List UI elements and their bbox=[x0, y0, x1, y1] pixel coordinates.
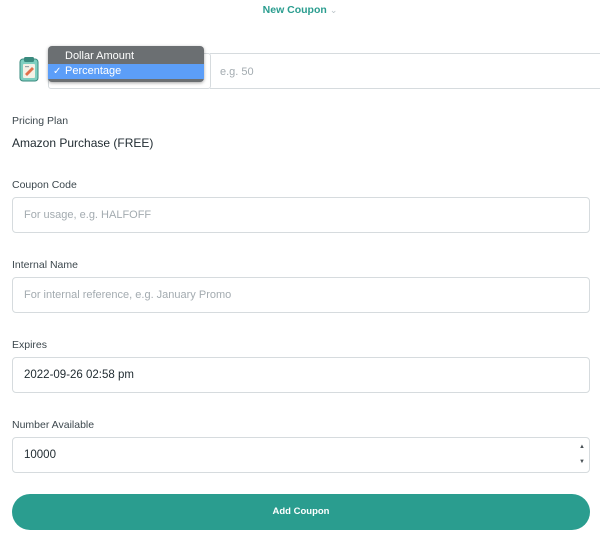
internal-name-placeholder: For internal reference, e.g. January Pro… bbox=[24, 289, 232, 301]
page-title-label: New Coupon bbox=[262, 4, 327, 16]
pricing-plan-value: Amazon Purchase (FREE) bbox=[12, 136, 154, 150]
chevron-down-icon: ⌄ bbox=[329, 5, 338, 15]
expires-field[interactable]: 2022-09-26 02:58 pm bbox=[12, 357, 590, 393]
number-available-field[interactable]: 10000 ▲ ▼ bbox=[12, 437, 590, 473]
dropdown-option-percentage[interactable]: ✓ Percentage bbox=[48, 64, 204, 79]
internal-name-label: Internal Name bbox=[12, 259, 78, 271]
stepper-down-icon[interactable]: ▼ bbox=[577, 455, 587, 470]
checkmark-icon: ✓ bbox=[53, 66, 62, 77]
number-available-label: Number Available bbox=[12, 419, 95, 431]
discount-amount-placeholder: e.g. 50 bbox=[220, 66, 254, 78]
internal-name-field[interactable]: For internal reference, e.g. January Pro… bbox=[12, 277, 590, 313]
discount-amount-input[interactable]: e.g. 50 bbox=[210, 53, 600, 89]
discount-type-dropdown: Dollar Amount ✓ Percentage bbox=[48, 46, 204, 82]
coupon-code-field[interactable]: For usage, e.g. HALFOFF bbox=[12, 197, 590, 233]
number-available-value: 10000 bbox=[24, 449, 56, 461]
stepper-up-icon[interactable]: ▲ bbox=[577, 440, 587, 455]
add-coupon-button[interactable]: Add Coupon bbox=[12, 494, 590, 530]
option-label: Dollar Amount bbox=[65, 50, 135, 62]
page-title[interactable]: New Coupon ⌄ bbox=[0, 4, 600, 16]
number-stepper[interactable]: ▲ ▼ bbox=[577, 440, 587, 470]
option-label: Percentage bbox=[65, 65, 122, 77]
pricing-plan-label: Pricing Plan bbox=[12, 115, 69, 127]
coupon-app-icon bbox=[19, 57, 39, 82]
expires-value: 2022-09-26 02:58 pm bbox=[24, 369, 134, 381]
dropdown-option-dollar-amount[interactable]: Dollar Amount bbox=[48, 49, 204, 64]
coupon-code-label: Coupon Code bbox=[12, 179, 77, 191]
expires-label: Expires bbox=[12, 339, 48, 351]
coupon-code-placeholder: For usage, e.g. HALFOFF bbox=[24, 209, 152, 221]
